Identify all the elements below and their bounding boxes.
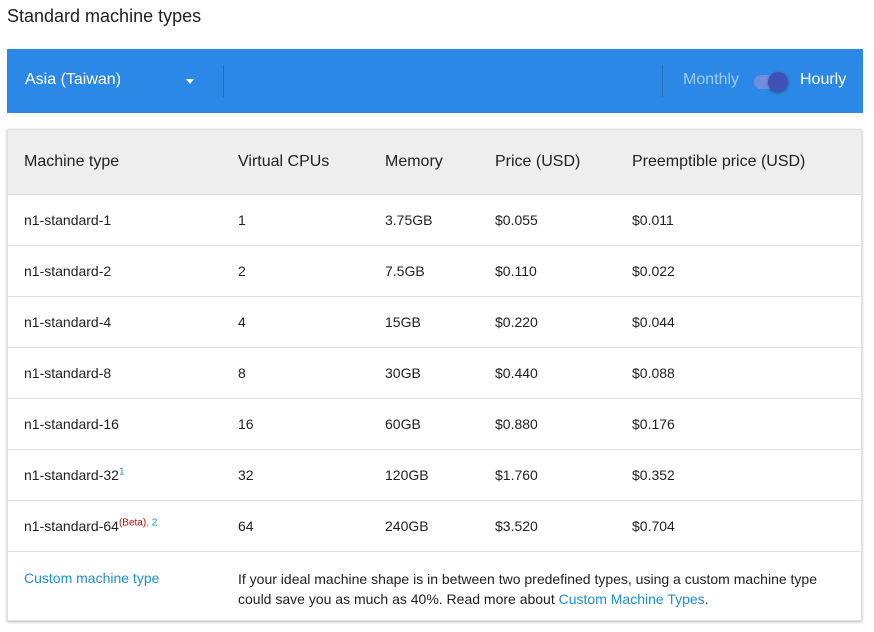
memory-cell: 15GB xyxy=(385,314,421,330)
region-select[interactable]: Asia (Taiwan) xyxy=(7,49,223,113)
beta-badge: (Beta) xyxy=(118,517,147,529)
virtual-cpus-cell: 16 xyxy=(238,416,254,432)
footnote-link[interactable]: 2 xyxy=(152,517,158,528)
memory-cell: 7.5GB xyxy=(385,263,425,279)
preemptible-price-cell: $0.704 xyxy=(632,518,675,534)
memory-cell: 60GB xyxy=(385,416,421,432)
memory-cell: 3.75GB xyxy=(385,212,433,228)
price-cell: $0.440 xyxy=(495,365,538,381)
machine-type-name: n1-standard-1 xyxy=(24,212,112,228)
memory-cell: 240GB xyxy=(385,518,429,534)
custom-description-period: . xyxy=(704,591,709,607)
preemptible-price-cell: $0.088 xyxy=(632,365,675,381)
preemptible-price-cell: $0.176 xyxy=(632,416,675,432)
table-row: n1-standard-2 2 7.5GB $0.110 $0.022 xyxy=(8,246,861,297)
preemptible-price-cell: $0.044 xyxy=(632,314,675,330)
machine-type-cell: n1-standard-4 xyxy=(24,314,111,330)
custom-machine-row: Custom machine type If your ideal machin… xyxy=(8,552,861,620)
machine-type-name: n1-standard-32 xyxy=(24,467,119,483)
price-cell: $0.055 xyxy=(495,212,538,228)
region-select-label: Asia (Taiwan) xyxy=(25,71,122,88)
footnote-link[interactable]: 1 xyxy=(119,466,125,477)
machine-type-cell: n1-standard-1 xyxy=(24,212,111,228)
custom-machine-description: If your ideal machine shape is in betwee… xyxy=(238,569,838,609)
machine-type-cell: n1-standard-64(Beta), 2 xyxy=(24,518,157,534)
price-cell: $0.220 xyxy=(495,314,538,330)
table-row: n1-standard-8 8 30GB $0.440 $0.088 xyxy=(8,348,861,399)
price-cell: $0.880 xyxy=(495,416,538,432)
toggle-thumb xyxy=(768,72,788,92)
machine-type-name: n1-standard-2 xyxy=(24,263,112,279)
virtual-cpus-cell: 1 xyxy=(238,212,246,228)
virtual-cpus-cell: 2 xyxy=(238,263,246,279)
toolbar-divider xyxy=(223,65,224,97)
toolbar-divider xyxy=(662,65,663,97)
price-cell: $0.110 xyxy=(495,263,537,279)
memory-cell: 120GB xyxy=(385,467,429,483)
machine-type-name: n1-standard-4 xyxy=(24,314,112,330)
price-cell: $3.520 xyxy=(495,518,538,534)
machine-type-name: n1-standard-64 xyxy=(24,518,119,534)
price-cell: $1.760 xyxy=(495,467,538,483)
memory-cell: 30GB xyxy=(385,365,421,381)
column-header-machine-type: Machine type xyxy=(24,153,120,170)
table-header: Machine type Virtual CPUs Memory Price (… xyxy=(8,130,861,195)
custom-description-text: If your ideal machine shape is in betwee… xyxy=(238,571,817,607)
column-header-memory: Memory xyxy=(385,153,443,170)
virtual-cpus-cell: 8 xyxy=(238,365,246,381)
machine-type-cell: n1-standard-321 xyxy=(24,467,125,483)
machine-type-cell: n1-standard-16 xyxy=(24,416,119,432)
machine-type-name: n1-standard-16 xyxy=(24,416,119,432)
table-row: n1-standard-321 32 120GB $1.760 $0.352 xyxy=(8,450,861,501)
virtual-cpus-cell: 32 xyxy=(238,467,254,483)
pricing-toolbar: Asia (Taiwan) Monthly Hourly xyxy=(7,49,863,113)
hourly-option[interactable]: Hourly xyxy=(800,71,846,89)
machine-type-name: n1-standard-8 xyxy=(24,365,112,381)
table-row: n1-standard-1 1 3.75GB $0.055 $0.011 xyxy=(8,195,861,246)
custom-machine-types-link[interactable]: Custom Machine Types xyxy=(559,591,705,607)
column-header-preemptible-price: Preemptible price (USD) xyxy=(632,153,806,170)
column-header-virtual-cpus: Virtual CPUs xyxy=(238,153,330,170)
column-header-price: Price (USD) xyxy=(495,153,581,170)
table-row: n1-standard-4 4 15GB $0.220 $0.044 xyxy=(8,297,861,348)
preemptible-price-cell: $0.011 xyxy=(632,212,674,228)
table-row: n1-standard-16 16 60GB $0.880 $0.176 xyxy=(8,399,861,450)
virtual-cpus-cell: 4 xyxy=(238,314,246,330)
preemptible-price-cell: $0.352 xyxy=(632,467,675,483)
preemptible-price-cell: $0.022 xyxy=(632,263,675,279)
custom-machine-type-link[interactable]: Custom machine type xyxy=(24,570,159,586)
machine-type-cell: n1-standard-8 xyxy=(24,365,111,381)
machine-type-cell: n1-standard-2 xyxy=(24,263,111,279)
dropdown-caret-icon xyxy=(186,79,194,84)
machine-types-table: Machine type Virtual CPUs Memory Price (… xyxy=(7,129,862,621)
table-row: n1-standard-64(Beta), 2 64 240GB $3.520 $0.7… xyxy=(8,501,861,552)
billing-period-toggle[interactable] xyxy=(754,72,788,92)
page-title: Standard machine types xyxy=(7,6,202,26)
virtual-cpus-cell: 64 xyxy=(238,518,254,534)
monthly-option[interactable]: Monthly xyxy=(683,71,739,89)
